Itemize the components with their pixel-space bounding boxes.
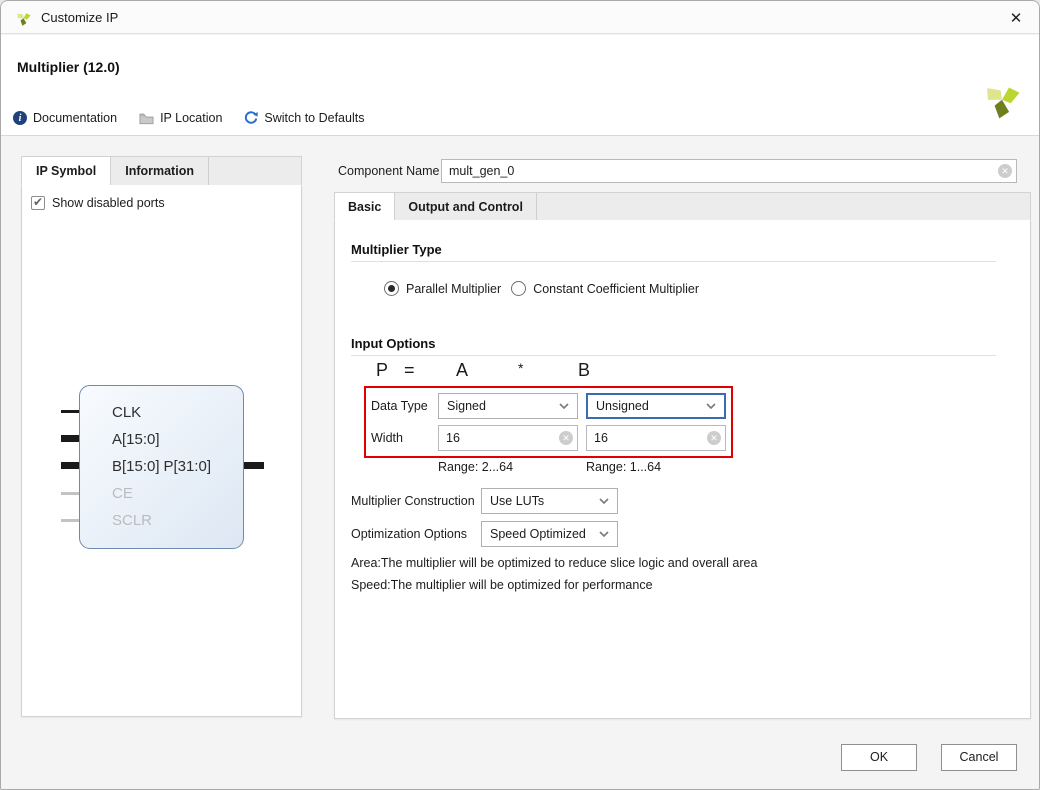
equation-a: A <box>456 360 468 381</box>
port-clk: CLK <box>112 402 252 424</box>
tab-information[interactable]: Information <box>111 157 209 185</box>
data-type-b-dropdown[interactable]: Unsigned <box>586 393 726 419</box>
optimization-options-value: Speed Optimized <box>490 527 586 541</box>
show-disabled-ports-checkbox[interactable]: Show disabled ports <box>31 196 165 210</box>
chevron-down-icon <box>706 403 716 409</box>
multiplier-construction-dropdown[interactable]: Use LUTs <box>481 488 618 514</box>
config-body: Multiplier Type Parallel Multiplier Cons… <box>334 220 1031 719</box>
equation-star: * <box>518 360 523 376</box>
clk-port-stub <box>61 410 79 413</box>
data-type-label: Data Type <box>371 399 428 413</box>
component-name-input[interactable] <box>441 159 1017 183</box>
title-bar: Customize IP ✕ <box>1 1 1039 34</box>
port-a: A[15:0] <box>112 429 252 451</box>
chevron-down-icon <box>559 403 569 409</box>
toolbar: i Documentation IP Location Switch to De… <box>13 111 364 125</box>
optimization-options-dropdown[interactable]: Speed Optimized <box>481 521 618 547</box>
documentation-label: Documentation <box>33 111 117 125</box>
ip-location-button[interactable]: IP Location <box>139 111 222 125</box>
switch-to-defaults-label: Switch to Defaults <box>264 111 364 125</box>
range-a-label: Range: 2...64 <box>438 460 513 474</box>
xilinx-logo-icon <box>15 9 32 26</box>
area-note: Area:The multiplier will be optimized to… <box>351 556 757 570</box>
ip-location-label: IP Location <box>160 111 222 125</box>
port-sclr: SCLR <box>112 510 252 532</box>
show-disabled-ports-label: Show disabled ports <box>52 196 165 210</box>
ok-button[interactable]: OK <box>841 744 917 771</box>
tab-ip-symbol[interactable]: IP Symbol <box>22 157 111 185</box>
width-b-field-wrap: ✕ <box>586 425 726 451</box>
ip-symbol-panel: IP Symbol Information Show disabled port… <box>21 156 302 717</box>
radio-label-parallel: Parallel Multiplier <box>406 282 501 296</box>
optimization-options-label: Optimization Options <box>351 527 467 541</box>
folder-icon <box>139 112 154 125</box>
config-panel: Basic Output and Control Multiplier Type… <box>334 192 1031 719</box>
port-ce: CE <box>112 483 252 505</box>
customize-ip-dialog: Customize IP ✕ Multiplier (12.0) i Docum… <box>0 0 1040 790</box>
speed-note: Speed:The multiplier will be optimized f… <box>351 578 653 592</box>
range-b-label: Range: 1...64 <box>586 460 661 474</box>
equation-b: B <box>578 360 590 381</box>
equation-p: P <box>376 360 388 381</box>
clear-icon[interactable]: ✕ <box>998 164 1012 178</box>
dialog-header: Multiplier (12.0) i Documentation IP Loc… <box>1 35 1039 136</box>
config-tab-strip: Basic Output and Control <box>334 192 1031 220</box>
chevron-down-icon <box>599 531 609 537</box>
documentation-button[interactable]: i Documentation <box>13 111 117 125</box>
data-type-a-value: Signed <box>447 399 486 413</box>
cancel-button[interactable]: Cancel <box>941 744 1017 771</box>
width-a-input[interactable] <box>438 425 578 451</box>
ip-symbol-body: Show disabled ports CLK A[15:0] B[1 <box>21 185 302 717</box>
radio-parallel-multiplier[interactable]: Parallel Multiplier <box>384 281 501 296</box>
info-icon: i <box>13 111 27 125</box>
ce-port-stub <box>61 492 79 495</box>
clear-icon[interactable]: ✕ <box>559 431 573 445</box>
a-port-stub <box>61 435 79 442</box>
switch-to-defaults-button[interactable]: Switch to Defaults <box>244 111 364 125</box>
multiplier-construction-label: Multiplier Construction <box>351 494 475 508</box>
multiplier-type-title: Multiplier Type <box>351 242 442 257</box>
radio-icon[interactable] <box>511 281 526 296</box>
component-name-label: Component Name <box>338 164 439 178</box>
component-name-field-wrap: ✕ <box>441 159 1017 183</box>
data-type-a-dropdown[interactable]: Signed <box>438 393 578 419</box>
tab-output-and-control[interactable]: Output and Control <box>395 193 537 220</box>
chevron-down-icon <box>599 498 609 504</box>
section-divider <box>351 355 996 356</box>
checkbox-icon[interactable] <box>31 196 45 210</box>
left-tab-strip: IP Symbol Information <box>21 156 302 185</box>
radio-icon[interactable] <box>384 281 399 296</box>
window-title: Customize IP <box>41 10 118 25</box>
width-label: Width <box>371 431 403 445</box>
symbol-box: CLK A[15:0] B[15:0] CE SCLR P[31:0] <box>79 385 244 549</box>
multiplier-type-options: Parallel Multiplier Constant Coefficient… <box>384 281 699 296</box>
xilinx-logo <box>981 77 1023 119</box>
clear-icon[interactable]: ✕ <box>707 431 721 445</box>
equation-eq: = <box>404 360 415 381</box>
refresh-icon <box>244 111 258 125</box>
radio-constant-coefficient[interactable]: Constant Coefficient Multiplier <box>511 281 699 296</box>
b-port-stub <box>61 462 79 469</box>
data-type-b-value: Unsigned <box>596 399 649 413</box>
dialog-content: IP Symbol Information Show disabled port… <box>1 137 1039 790</box>
multiplier-construction-value: Use LUTs <box>490 494 544 508</box>
input-options-title: Input Options <box>351 336 435 351</box>
radio-label-constant: Constant Coefficient Multiplier <box>533 282 699 296</box>
ip-symbol-diagram: CLK A[15:0] B[15:0] CE SCLR P[31:0] <box>61 385 265 549</box>
sclr-port-stub <box>61 519 79 522</box>
ip-title: Multiplier (12.0) <box>17 59 120 75</box>
port-p: P[31:0] <box>163 456 211 478</box>
width-a-field-wrap: ✕ <box>438 425 578 451</box>
width-b-input[interactable] <box>586 425 726 451</box>
close-icon[interactable]: ✕ <box>1003 5 1029 31</box>
section-divider <box>351 261 996 262</box>
tab-basic[interactable]: Basic <box>335 193 395 220</box>
